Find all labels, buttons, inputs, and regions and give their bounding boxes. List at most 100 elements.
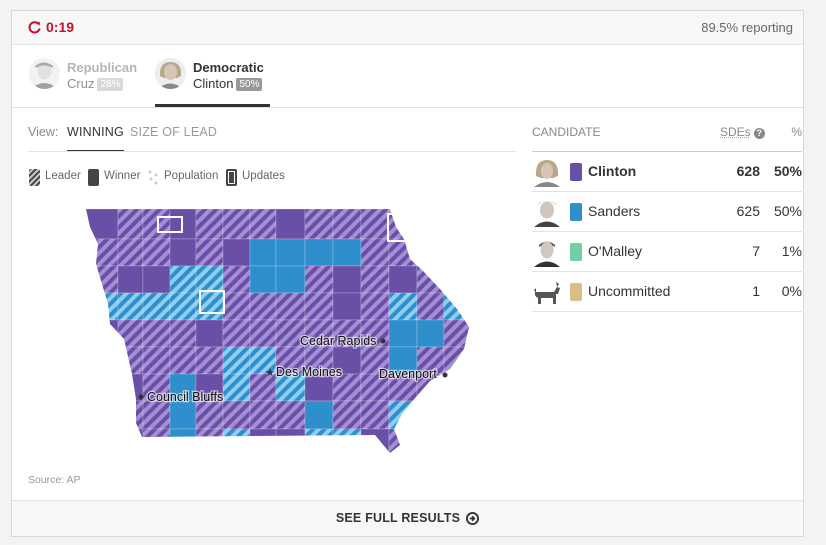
- county-cell[interactable]: [360, 400, 390, 430]
- county-cell[interactable]: [332, 292, 362, 321]
- tab-democratic[interactable]: Democratic Clinton 50%: [155, 58, 270, 107]
- county-cell[interactable]: [142, 400, 171, 430]
- county-cell[interactable]: [360, 428, 390, 459]
- county-cell[interactable]: [169, 346, 197, 375]
- refresh-timer[interactable]: 0:19: [28, 19, 74, 35]
- county-cell[interactable]: [275, 265, 306, 294]
- county-cell[interactable]: [249, 238, 277, 267]
- county-cell[interactable]: [222, 292, 251, 321]
- county-cell[interactable]: [117, 292, 144, 321]
- county-cell[interactable]: [117, 400, 144, 430]
- county-cell[interactable]: [142, 265, 171, 294]
- county-cell[interactable]: [222, 346, 251, 375]
- county-cell[interactable]: [142, 238, 171, 267]
- county-cell[interactable]: [332, 400, 362, 430]
- county-cell[interactable]: [443, 238, 470, 267]
- county-cell[interactable]: [275, 292, 306, 321]
- county-cell[interactable]: [142, 428, 171, 459]
- county-cell[interactable]: [78, 346, 119, 375]
- county-cell[interactable]: [304, 209, 334, 240]
- county-cell[interactable]: [169, 428, 197, 459]
- county-cell[interactable]: [416, 292, 445, 321]
- county-cell[interactable]: [195, 265, 224, 294]
- county-cell[interactable]: [388, 209, 418, 240]
- column-sdes[interactable]: SDEs?: [720, 125, 765, 139]
- county-cell[interactable]: [169, 238, 197, 267]
- county-cell[interactable]: [275, 400, 306, 430]
- county-cell[interactable]: [169, 319, 197, 348]
- county-cell[interactable]: [443, 319, 470, 348]
- county-cell[interactable]: [169, 292, 197, 321]
- county-cell[interactable]: [360, 238, 390, 267]
- county-cell[interactable]: [78, 373, 119, 402]
- view-option-winning[interactable]: WINNING: [67, 125, 124, 151]
- county-cell[interactable]: [142, 292, 171, 321]
- county-cell[interactable]: [416, 265, 445, 294]
- county-cell[interactable]: [443, 428, 470, 459]
- county-cell[interactable]: [304, 400, 334, 430]
- county-cell[interactable]: [78, 238, 119, 267]
- county-cell[interactable]: [249, 400, 277, 430]
- county-cell[interactable]: [169, 400, 197, 430]
- county-cell[interactable]: [304, 265, 334, 294]
- county-cell[interactable]: [304, 428, 334, 459]
- help-icon[interactable]: ?: [753, 128, 765, 139]
- county-cell[interactable]: [388, 265, 418, 294]
- county-cell[interactable]: [117, 209, 144, 240]
- county-cell[interactable]: [388, 238, 418, 267]
- county-cell[interactable]: [275, 209, 306, 240]
- county-cell[interactable]: [222, 400, 251, 430]
- county-cell[interactable]: [443, 265, 470, 294]
- county-cell[interactable]: [443, 292, 470, 321]
- county-cell[interactable]: [332, 209, 362, 240]
- county-cell[interactable]: [78, 265, 119, 294]
- county-cell[interactable]: [78, 209, 119, 240]
- county-cell[interactable]: [249, 319, 277, 348]
- county-cell[interactable]: [332, 428, 362, 459]
- county-cell[interactable]: [443, 400, 470, 430]
- county-cell[interactable]: [222, 209, 251, 240]
- iowa-county-map[interactable]: Cedar Rapids ★ Des Moines Davenport Coun…: [78, 209, 470, 459]
- county-cell[interactable]: [117, 265, 144, 294]
- county-cell[interactable]: [416, 428, 445, 459]
- county-cell[interactable]: [416, 209, 445, 240]
- county-cell[interactable]: [117, 346, 144, 375]
- county-cell[interactable]: [195, 428, 224, 459]
- county-cell[interactable]: [78, 292, 119, 321]
- county-cell[interactable]: [332, 238, 362, 267]
- county-cell[interactable]: [416, 319, 445, 348]
- view-option-size-of-lead[interactable]: SIZE OF LEAD: [130, 125, 217, 139]
- county-cell[interactable]: [388, 428, 418, 459]
- county-cell[interactable]: [360, 209, 390, 240]
- county-cell[interactable]: [275, 428, 306, 459]
- county-cell[interactable]: [222, 265, 251, 294]
- county-cell[interactable]: [304, 238, 334, 267]
- county-cell[interactable]: [388, 400, 418, 430]
- county-cell[interactable]: [360, 292, 390, 321]
- county-cell[interactable]: [249, 265, 277, 294]
- county-cell[interactable]: [195, 209, 224, 240]
- county-cell[interactable]: [117, 319, 144, 348]
- county-cell[interactable]: [195, 400, 224, 430]
- county-cell[interactable]: [222, 428, 251, 459]
- county-cell[interactable]: [332, 265, 362, 294]
- county-cell[interactable]: [443, 373, 470, 402]
- county-cell[interactable]: [388, 319, 418, 348]
- county-cell[interactable]: [195, 346, 224, 375]
- county-cell[interactable]: [360, 265, 390, 294]
- county-cell[interactable]: [222, 373, 251, 402]
- county-cell[interactable]: [195, 238, 224, 267]
- county-cell[interactable]: [388, 292, 418, 321]
- county-cell[interactable]: [195, 319, 224, 348]
- county-cell[interactable]: [78, 428, 119, 459]
- county-cell[interactable]: [443, 346, 470, 375]
- county-cell[interactable]: [169, 265, 197, 294]
- county-cell[interactable]: [249, 292, 277, 321]
- county-cell[interactable]: [249, 209, 277, 240]
- county-cell[interactable]: [304, 292, 334, 321]
- county-cell[interactable]: [222, 238, 251, 267]
- county-cell[interactable]: [78, 319, 119, 348]
- county-cell[interactable]: [142, 319, 171, 348]
- county-cell[interactable]: [416, 238, 445, 267]
- county-cell[interactable]: [249, 428, 277, 459]
